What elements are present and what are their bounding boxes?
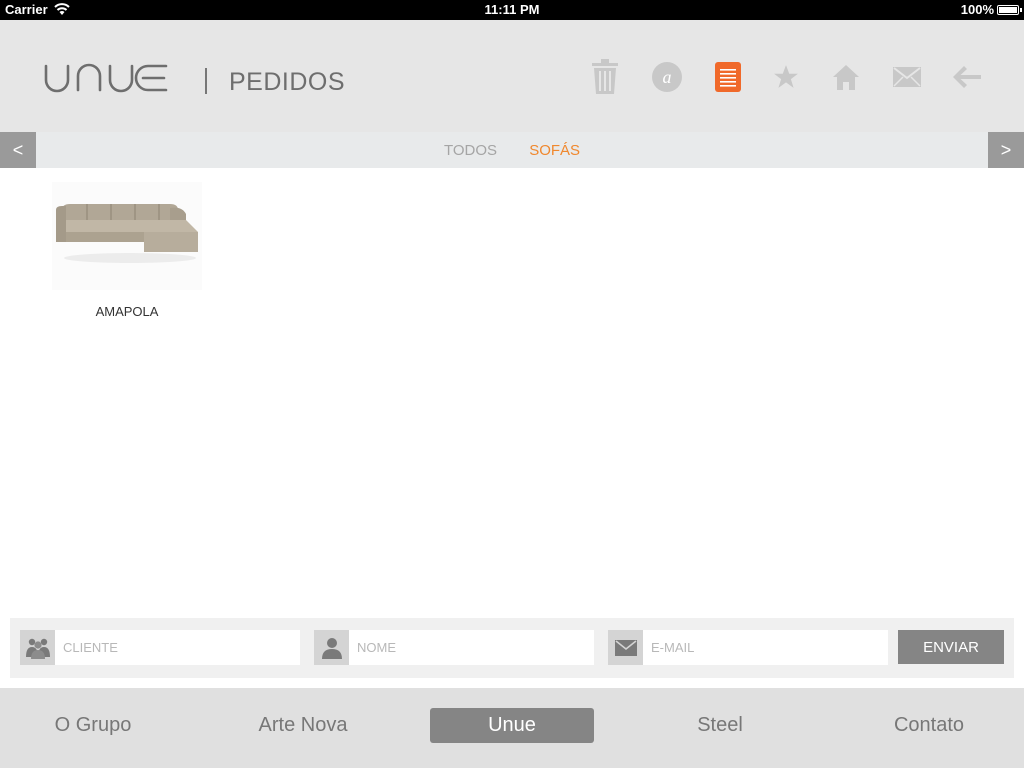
clock: 11:11 PM: [484, 2, 540, 17]
cliente-input[interactable]: [55, 630, 300, 665]
header: PEDIDOS a: [0, 20, 1024, 132]
tab-sofas[interactable]: SOFÁS: [529, 142, 580, 159]
back-arrow-icon[interactable]: [948, 58, 986, 96]
product-card[interactable]: AMAPOLA: [52, 182, 202, 319]
order-form: ENVIAR: [10, 618, 1014, 678]
svg-text:a: a: [663, 67, 672, 87]
email-input[interactable]: [643, 630, 888, 665]
category-filter-bar: < TODOS SOFÁS >: [0, 132, 1024, 168]
nav-item-o-grupo[interactable]: O Grupo: [30, 708, 156, 743]
battery-icon: [997, 5, 1022, 15]
category-tabs: TODOS SOFÁS: [0, 142, 1024, 159]
page-title: PEDIDOS: [229, 68, 346, 96]
nome-field: [314, 630, 594, 665]
mail-icon[interactable]: [888, 58, 926, 96]
battery-percent: 100%: [960, 2, 994, 17]
trash-icon[interactable]: [586, 58, 624, 96]
star-icon[interactable]: [767, 58, 805, 96]
next-button[interactable]: >: [988, 132, 1024, 168]
tab-todos[interactable]: TODOS: [444, 142, 497, 159]
nav-item-steel[interactable]: Steel: [660, 708, 780, 743]
envelope-icon: [608, 630, 643, 665]
home-icon[interactable]: [827, 58, 865, 96]
product-name: AMAPOLA: [95, 304, 159, 319]
a-icon[interactable]: a: [648, 58, 686, 96]
client-group-icon: [20, 630, 55, 665]
unue-logo: [44, 63, 168, 93]
person-icon: [314, 630, 349, 665]
status-bar: Carrier 11:11 PM 100%: [0, 0, 1024, 20]
email-field: [608, 630, 888, 665]
nav-item-contato[interactable]: Contato: [866, 708, 992, 743]
bottom-nav: O Grupo Arte Nova Unue Steel Contato: [0, 688, 1024, 768]
cliente-field: [20, 630, 300, 665]
nav-item-arte-nova[interactable]: Arte Nova: [236, 708, 370, 743]
send-button[interactable]: ENVIAR: [898, 630, 1004, 664]
nome-input[interactable]: [349, 630, 594, 665]
sofa-image: [56, 204, 198, 263]
product-image[interactable]: [52, 182, 202, 290]
document-icon[interactable]: [709, 58, 747, 96]
nav-item-unue[interactable]: Unue: [430, 708, 594, 743]
header-divider: [205, 68, 207, 94]
